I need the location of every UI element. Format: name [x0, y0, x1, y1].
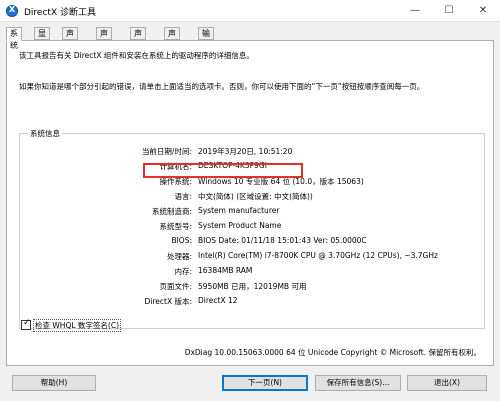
info-row-manufacturer: 系统制造商: System manufacturer: [20, 206, 486, 218]
group-title: 系统信息: [28, 128, 62, 139]
info-label: BIOS:: [171, 236, 192, 245]
info-label: 内存:: [174, 267, 192, 276]
directx-app-icon: [6, 5, 18, 17]
tab-system[interactable]: 系统: [6, 27, 22, 50]
exit-button[interactable]: 退出(X): [407, 375, 487, 391]
info-value: Intel(R) Core(TM) i7-8700K CPU @ 3.70GHz…: [198, 251, 438, 260]
info-row-bios: BIOS: BIOS Date: 01/11/18 15:01:43 Ver: …: [20, 236, 486, 248]
info-label: 处理器:: [166, 252, 192, 261]
maximize-button[interactable]: ☐: [432, 0, 466, 22]
info-value: 2019年3月20日, 10:51:20: [198, 147, 293, 156]
whql-checkbox[interactable]: [21, 318, 31, 330]
info-value: BIOS Date: 01/11/18 15:01:43 Ver: 05.000…: [198, 236, 367, 245]
info-row-datetime: 当前日期/时间: 2019年3月20日, 10:51:20: [20, 146, 486, 158]
save-all-info-button[interactable]: 保存所有信息(S)...: [315, 375, 401, 391]
info-row-page-file: 页面文件: 5950MB 已用，12019MB 可用: [20, 281, 486, 293]
info-value: System manufacturer: [198, 206, 280, 215]
tab-display[interactable]: 显示: [34, 27, 50, 50]
info-label: 当前日期/时间:: [141, 147, 192, 156]
tab-sound-3[interactable]: 声音 3: [130, 27, 146, 62]
instructions-text: 如果你知道是哪个部分引起的错误，请单击上面适当的选项卡。否则，你可以使用下面的“…: [19, 82, 425, 91]
info-row-language: 语言: 中文(简体) (区域设置: 中文(简体)): [20, 191, 486, 203]
title-bar: DirectX 诊断工具 — ☐ ✕: [0, 0, 500, 22]
model-highlight-box: [143, 163, 303, 178]
info-value: System Product Name: [198, 221, 282, 230]
info-row-model: 系统型号: System Product Name: [20, 221, 486, 233]
info-value: DirectX 12: [198, 296, 238, 305]
info-value: 16384MB RAM: [198, 266, 253, 275]
info-label: DirectX 版本:: [144, 297, 192, 306]
intro-text: 该工具报告有关 DirectX 组件和安装在系统上的驱动程序的详细信息。: [19, 51, 254, 60]
tab-sound-4[interactable]: 声音 4: [164, 27, 180, 62]
info-row-memory: 内存: 16384MB RAM: [20, 266, 486, 278]
info-label: 页面文件:: [159, 282, 192, 291]
info-row-processor: 处理器: Intel(R) Core(TM) i7-8700K CPU @ 3.…: [20, 251, 486, 263]
minimize-button[interactable]: —: [398, 0, 432, 22]
tab-sound-1[interactable]: 声音 1: [62, 27, 78, 62]
info-row-directx-version: DirectX 版本: DirectX 12: [20, 296, 486, 308]
info-label: 系统制造商:: [151, 207, 192, 216]
window-title: DirectX 诊断工具: [24, 8, 96, 18]
tab-input[interactable]: 输入: [198, 27, 214, 50]
help-button[interactable]: 帮助(H): [12, 375, 96, 391]
next-page-button[interactable]: 下一页(N): [222, 375, 308, 391]
close-button[interactable]: ✕: [466, 0, 500, 22]
info-value: 中文(简体) (区域设置: 中文(简体)): [198, 192, 313, 201]
whql-checkbox-label[interactable]: 检查 WHQL 数字签名(C): [33, 319, 121, 332]
dxdiag-version-info: DxDiag 10.00.15063.0000 64 位 Unicode Cop…: [184, 348, 481, 357]
info-label: 系统型号:: [159, 222, 192, 231]
tab-sound-2[interactable]: 声音 2: [96, 27, 112, 62]
info-value: 5950MB 已用，12019MB 可用: [198, 282, 307, 291]
info-label: 语言:: [174, 192, 192, 201]
system-tab-panel: 该工具报告有关 DirectX 组件和安装在系统上的驱动程序的详细信息。 如果你…: [6, 40, 494, 366]
